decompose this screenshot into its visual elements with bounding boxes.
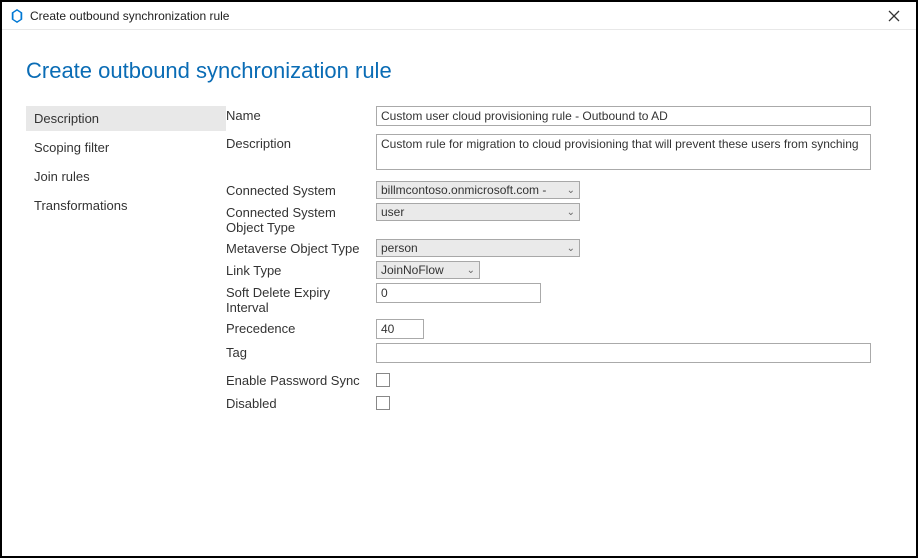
close-button[interactable] [880,2,908,30]
sidebar-item-scoping-filter[interactable]: Scoping filter [26,135,226,160]
soft-delete-label: Soft Delete Expiry Interval [226,283,376,315]
link-type-dropdown[interactable]: JoinNoFlow ⌄ [376,261,480,279]
disabled-checkbox[interactable] [376,396,390,410]
disabled-label: Disabled [226,394,376,411]
connected-system-object-type-dropdown[interactable]: user ⌄ [376,203,580,221]
tag-input[interactable] [376,343,871,363]
description-textarea[interactable]: Custom rule for migration to cloud provi… [376,134,871,170]
chevron-down-icon: ⌄ [467,265,475,276]
name-input[interactable] [376,106,871,126]
chevron-down-icon: ⌄ [567,207,575,218]
precedence-input[interactable] [376,319,424,339]
sidebar: Description Scoping filter Join rules Tr… [26,106,226,417]
link-type-label: Link Type [226,261,376,278]
enable-password-sync-checkbox[interactable] [376,373,390,387]
sidebar-item-description[interactable]: Description [26,106,226,131]
sidebar-item-transformations[interactable]: Transformations [26,193,226,218]
app-icon [10,9,24,23]
connected-system-dropdown[interactable]: billmcontoso.onmicrosoft.com - ⌄ [376,181,580,199]
name-label: Name [226,106,376,123]
description-label: Description [226,134,376,151]
connected-system-label: Connected System [226,181,376,198]
enable-password-sync-label: Enable Password Sync [226,371,376,388]
chevron-down-icon: ⌄ [567,243,575,254]
precedence-label: Precedence [226,319,376,336]
sidebar-item-join-rules[interactable]: Join rules [26,164,226,189]
page-title: Create outbound synchronization rule [26,58,892,84]
metaverse-object-type-label: Metaverse Object Type [226,239,376,256]
tag-label: Tag [226,343,376,360]
form-area: Name Description Custom rule for migrati… [226,106,892,417]
title-bar: Create outbound synchronization rule [2,2,916,30]
chevron-down-icon: ⌄ [567,185,575,196]
connected-system-object-type-label: Connected System Object Type [226,203,376,235]
metaverse-object-type-dropdown[interactable]: person ⌄ [376,239,580,257]
soft-delete-input[interactable] [376,283,541,303]
window-title: Create outbound synchronization rule [30,9,229,23]
